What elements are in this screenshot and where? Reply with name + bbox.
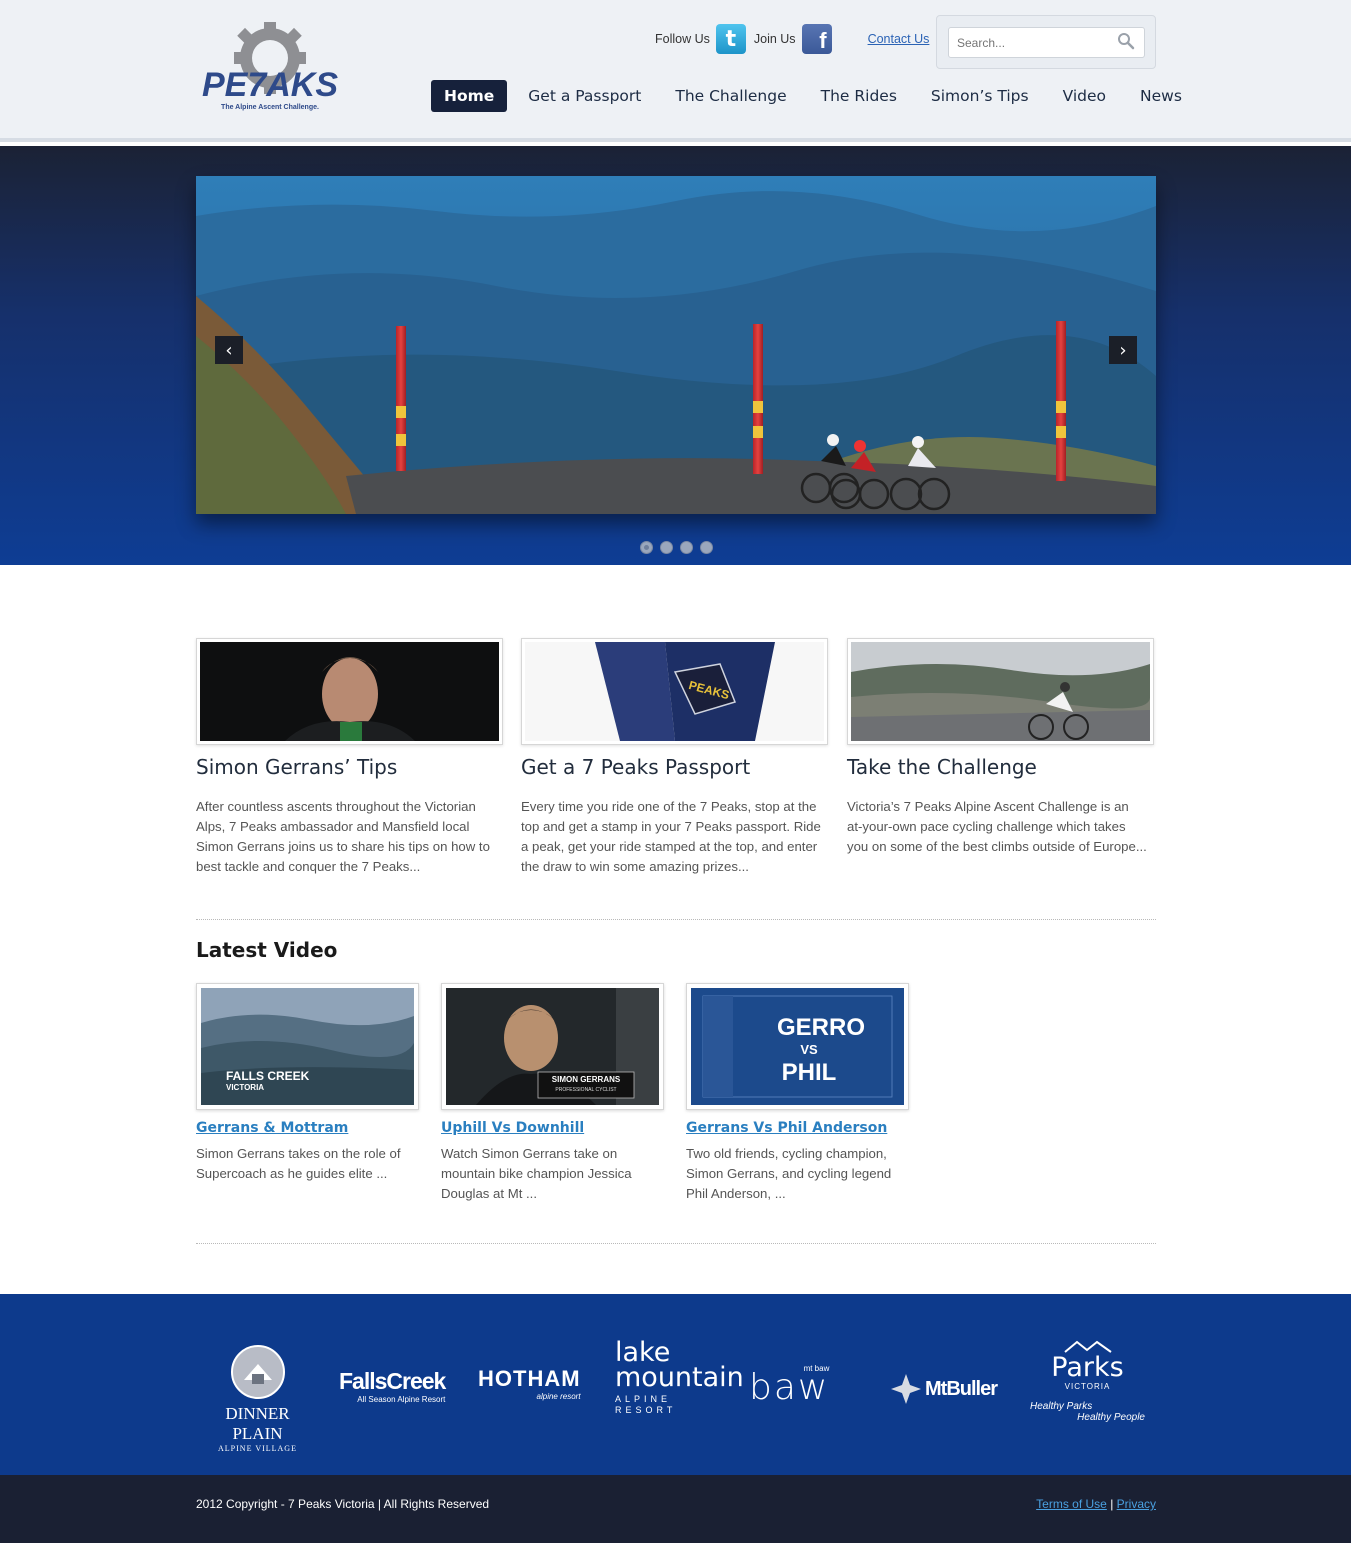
svg-text:SIMON GERRANS: SIMON GERRANS [552,1075,621,1084]
video-item: GERRO VS PHIL Gerrans Vs Phil Anderson T… [686,983,910,1204]
feature-card: PEAKS Get a 7 Peaks Passport Every time … [521,638,828,877]
sponsor-band: DINNER PLAIN ALPINE VILLAGE FallsCreek A… [0,1294,1351,1475]
svg-text:VS: VS [800,1042,818,1057]
video-description: Simon Gerrans takes on the role of Super… [196,1146,401,1181]
feature-title[interactable]: Simon Gerrans’ Tips [196,755,503,779]
slider-dot-1[interactable] [640,541,653,554]
footer-links: Terms of Use | Privacy [1036,1497,1156,1511]
video-item: FALLS CREEK VICTORIA Gerrans & Mottram S… [196,983,420,1184]
video-title-link[interactable]: Gerrans & Mottram [196,1120,420,1136]
nav-the-challenge[interactable]: The Challenge [662,80,799,112]
section-divider [196,919,1156,920]
latest-video-heading: Latest Video [196,938,338,962]
feature-title[interactable]: Get a 7 Peaks Passport [521,755,828,779]
feature-card: Simon Gerrans’ Tips After countless asce… [196,638,503,877]
video-title-link[interactable]: Uphill Vs Downhill [441,1120,665,1136]
video-thumbnail[interactable]: FALLS CREEK VICTORIA [196,983,419,1110]
nav-home[interactable]: Home [431,80,508,112]
slider-pagination [640,541,713,554]
main-nav: Home Get a Passport The Challenge The Ri… [431,80,1203,112]
social-links: Follow Us t Join Us f Contact Us [655,24,929,54]
slider-dot-2[interactable] [660,541,673,554]
section-divider [196,1243,1156,1244]
svg-text:FALLS CREEK: FALLS CREEK [226,1069,310,1083]
sponsor-tagline: Healthy Parks [1030,1401,1093,1412]
sponsor-lake-mountain[interactable]: lake mountain ALPINE RESORT [615,1337,744,1416]
video-title-link[interactable]: Gerrans Vs Phil Anderson [686,1120,910,1136]
gear-logo-icon: PE7AKS The Alpine Ascent Challenge. [202,22,338,111]
slider-next-button[interactable]: › [1109,336,1137,364]
nav-news[interactable]: News [1127,80,1195,112]
copyright-text: 2012 Copyright - 7 Peaks Victoria | All … [196,1497,490,1511]
feature-text: Victoria’s 7 Peaks Alpine Ascent Challen… [847,799,1147,854]
feature-thumbnail[interactable]: PEAKS [521,638,828,745]
slider-prev-button[interactable]: ‹ [215,336,243,364]
feature-thumbnail[interactable] [196,638,503,745]
feature-card: Take the Challenge Victoria’s 7 Peaks Al… [847,638,1154,857]
twitter-icon[interactable]: t [715,24,746,54]
site-logo[interactable]: PE7AKS The Alpine Ascent Challenge. [200,18,340,114]
feature-title[interactable]: Take the Challenge [847,755,1154,779]
video-thumbnail[interactable]: SIMON GERRANS PROFESSIONAL CYCLIST [441,983,664,1110]
privacy-link[interactable]: Privacy [1117,1497,1156,1511]
sponsor-sub: ALPINE VILLAGE [218,1444,297,1453]
slider-dot-4[interactable] [700,541,713,554]
search-input[interactable] [948,27,1145,58]
sponsor-tagline: Healthy People [1077,1412,1145,1423]
sponsor-name: baw [749,1367,830,1408]
sponsor-name: DINNER PLAIN [225,1404,290,1443]
search-box [936,15,1156,69]
video-description: Watch Simon Gerrans take on mountain bik… [441,1146,632,1201]
sponsor-name: Parks [1051,1352,1124,1383]
svg-text:PHIL: PHIL [782,1059,837,1086]
nav-the-rides[interactable]: The Rides [808,80,910,112]
feature-text: Every time you ride one of the 7 Peaks, … [521,799,821,874]
svg-text:PROFESSIONAL CYCLIST: PROFESSIONAL CYCLIST [555,1087,616,1093]
nav-get-a-passport[interactable]: Get a Passport [515,80,654,112]
sponsor-hotham[interactable]: HOTHAM alpine resort [478,1366,581,1401]
site-header: PE7AKS The Alpine Ascent Challenge. Foll… [0,0,1351,142]
terms-of-use-link[interactable]: Terms of Use [1036,1497,1107,1511]
sponsor-dinner-plain[interactable]: DINNER PLAIN ALPINE VILLAGE [200,1344,315,1453]
sponsor-sub: ALPINE RESORT [615,1394,677,1415]
mt-buller-logo-icon [891,1374,921,1404]
contact-us-link[interactable]: Contact Us [868,32,930,46]
hero-slide-image [196,176,1156,514]
dinner-plain-logo-icon [230,1345,285,1399]
sponsor-name: MtBuller [925,1377,998,1400]
video-item: SIMON GERRANS PROFESSIONAL CYCLIST Uphil… [441,983,665,1204]
sponsor-sub: alpine resort [536,1392,581,1401]
feature-thumbnail[interactable] [847,638,1154,745]
sponsor-parks-victoria[interactable]: Parks VICTORIA Healthy Parks Healthy Peo… [1030,1340,1145,1423]
video-thumbnail[interactable]: GERRO VS PHIL [686,983,909,1110]
feature-text: After countless ascents throughout the V… [196,799,490,874]
sponsor-mt-baw-baw[interactable]: mt baw baw [749,1364,830,1408]
follow-label: Follow Us [655,32,710,46]
sponsor-name: lake mountain [615,1337,744,1393]
sponsor-name: HOTHAM [478,1366,581,1391]
sponsor-falls-creek[interactable]: FallsCreek All Season Alpine Resort [339,1368,446,1404]
site-footer: 2012 Copyright - 7 Peaks Victoria | All … [0,1475,1351,1543]
search-icon[interactable] [1117,32,1135,50]
nav-simons-tips[interactable]: Simon’s Tips [918,80,1042,112]
svg-text:The Alpine Ascent Challenge.: The Alpine Ascent Challenge. [221,104,319,111]
sponsor-sub: All Season Alpine Resort [357,1395,446,1404]
footer-separator: | [1110,1497,1114,1511]
slider-dot-3[interactable] [680,541,693,554]
sponsor-sub: VICTORIA [1064,1382,1111,1391]
join-label: Join Us [753,32,796,46]
video-description: Two old friends, cycling champion, Simon… [686,1146,892,1201]
svg-text:GERRO: GERRO [777,1014,865,1041]
sponsor-mt-buller[interactable]: MtBuller [889,1372,998,1406]
facebook-icon[interactable]: f [801,24,832,54]
svg-text:PE7AKS: PE7AKS [202,66,338,104]
hero-banner: ‹ › [0,146,1351,565]
svg-text:VICTORIA: VICTORIA [226,1083,264,1092]
nav-video[interactable]: Video [1050,80,1119,112]
sponsor-name: FallsCreek [339,1368,446,1394]
